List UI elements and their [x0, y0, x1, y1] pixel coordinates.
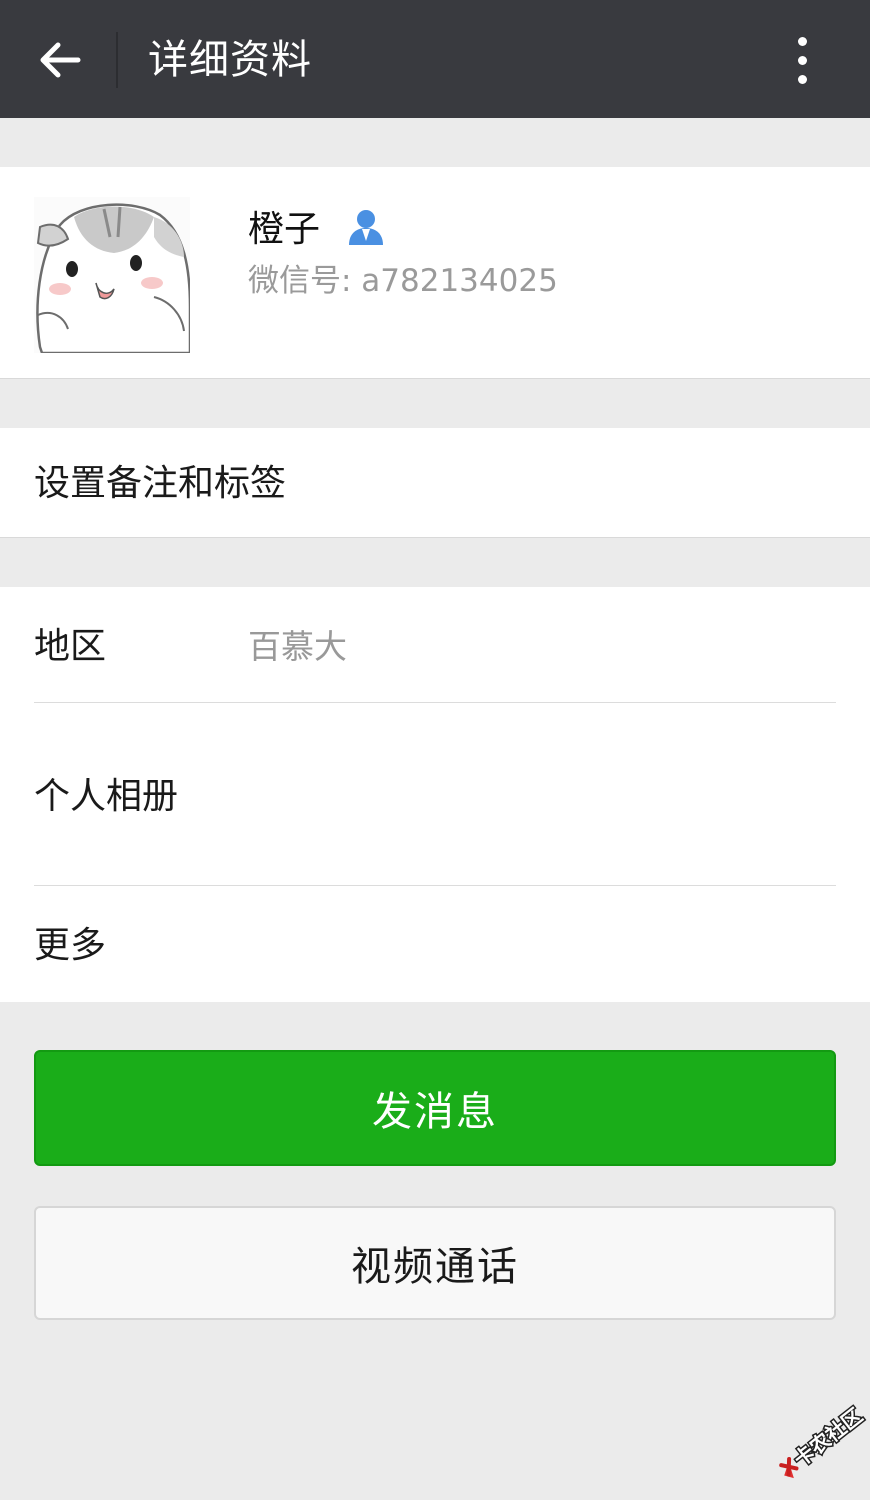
header-divider	[116, 32, 118, 88]
more-vertical-icon	[797, 36, 807, 46]
profile-card: 橙子 微信号: a782134025	[0, 167, 870, 379]
watermark-text: 卡农社区	[789, 1404, 867, 1471]
more-row[interactable]: 更多	[0, 886, 870, 1002]
hamster-avatar-image	[34, 197, 190, 353]
contact-name: 橙子	[248, 209, 321, 250]
watermark-logo: 卡农社区	[779, 1404, 868, 1479]
avatar[interactable]	[34, 197, 190, 353]
personal-album-row[interactable]: 个人相册	[0, 703, 870, 886]
send-message-button[interactable]: 发消息	[34, 1050, 836, 1166]
remark-label: 设置备注和标签	[34, 463, 287, 504]
album-label: 个人相册	[34, 776, 179, 817]
region-value: 百慕大	[248, 627, 347, 666]
arrow-left-icon	[40, 42, 81, 78]
wechat-id: 微信号: a782134025	[248, 263, 558, 299]
top-navigation-bar: 详细资料	[0, 0, 870, 118]
more-options-button[interactable]	[770, 26, 834, 94]
region-label: 地区	[34, 626, 107, 667]
info-section: 地区 百慕大 个人相册 更多	[0, 587, 870, 1002]
person-icon	[349, 210, 383, 245]
page-title: 详细资料	[148, 37, 312, 83]
region-row: 地区 百慕大	[0, 587, 870, 702]
set-remark-and-tags-row[interactable]: 设置备注和标签	[0, 428, 870, 538]
video-call-button[interactable]: 视频通话	[34, 1206, 836, 1320]
back-button[interactable]	[22, 22, 98, 98]
more-label: 更多	[34, 925, 107, 966]
